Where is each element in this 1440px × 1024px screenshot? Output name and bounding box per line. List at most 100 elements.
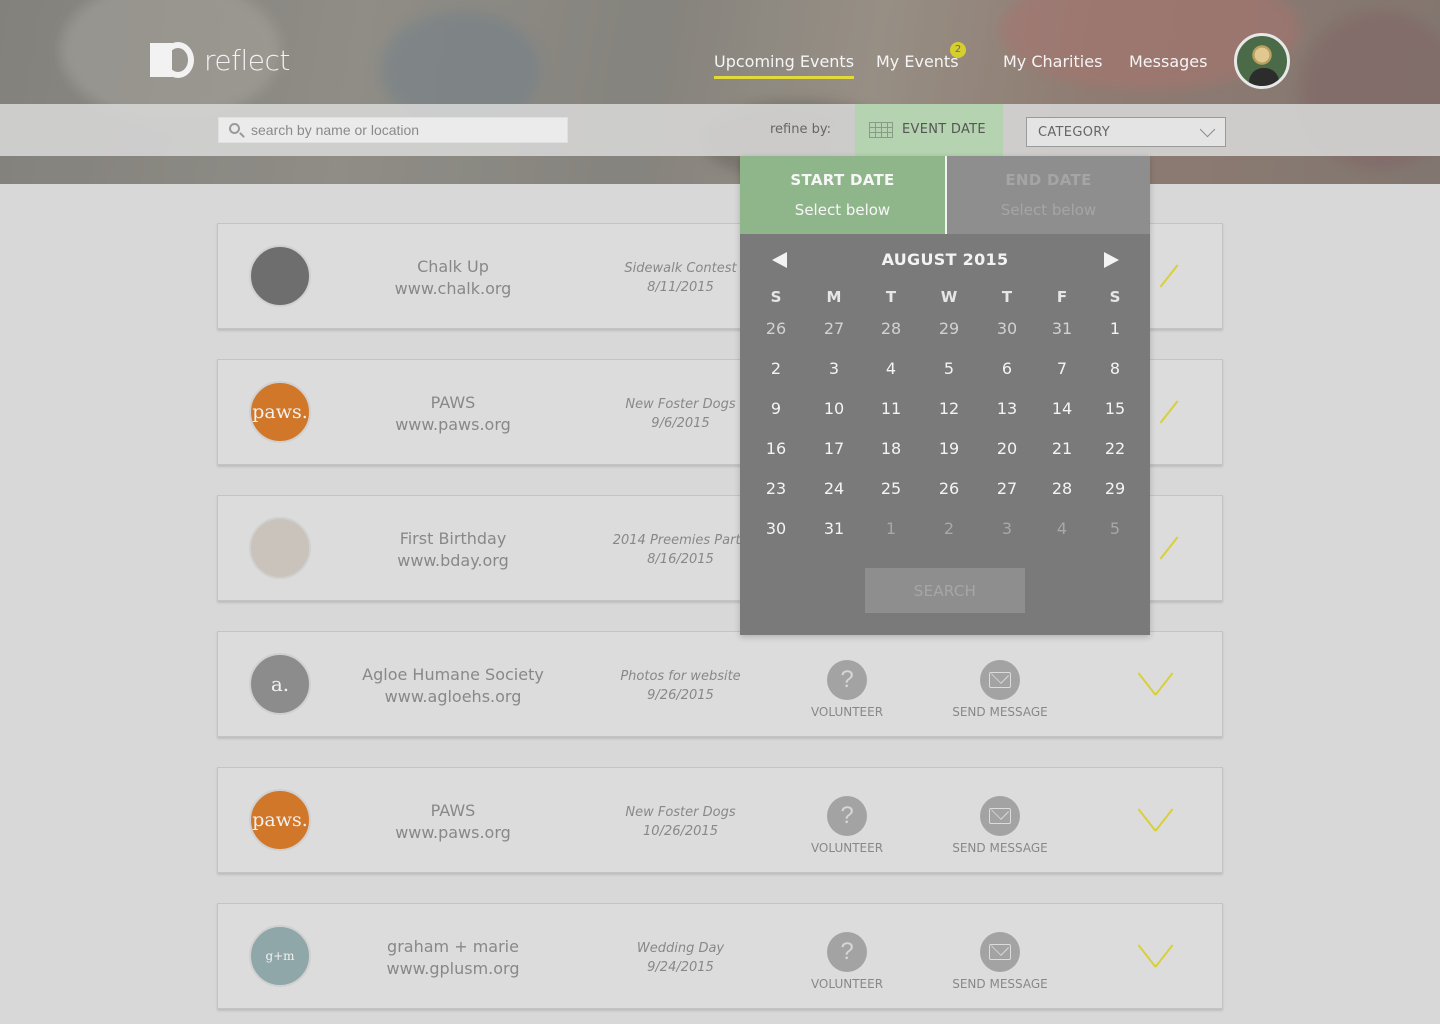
- calendar-day[interactable]: 27: [990, 476, 1024, 502]
- calendar-day[interactable]: 21: [1045, 436, 1079, 462]
- volunteer-link[interactable]: VOLUNTEER: [788, 841, 906, 855]
- calendar-day[interactable]: 1: [1098, 316, 1132, 342]
- org-url[interactable]: www.chalk.org: [358, 279, 548, 298]
- calendar-day[interactable]: 14: [1045, 396, 1079, 422]
- event-date-filter[interactable]: EVENT DATE: [855, 104, 1003, 156]
- calendar-day[interactable]: 5: [1098, 516, 1132, 542]
- my-events-badge: 2: [950, 42, 966, 58]
- org-url[interactable]: www.paws.org: [358, 823, 548, 842]
- volunteer-question-icon[interactable]: ?: [827, 660, 867, 700]
- event-name: New Foster Dogs: [625, 805, 736, 820]
- org-url[interactable]: www.agloehs.org: [358, 687, 548, 706]
- expand-chevron-icon[interactable]: [1138, 806, 1168, 830]
- calendar-day[interactable]: 10: [817, 396, 851, 422]
- calendar-day[interactable]: 28: [874, 316, 908, 342]
- calendar-day[interactable]: 6: [990, 356, 1024, 382]
- calendar-day[interactable]: 15: [1098, 396, 1132, 422]
- calendar-day[interactable]: 3: [817, 356, 851, 382]
- expand-chevron-icon[interactable]: [1138, 942, 1168, 966]
- org-url[interactable]: www.bday.org: [358, 551, 548, 570]
- brand-logo[interactable]: reflect: [150, 40, 290, 80]
- send-message-link[interactable]: SEND MESSAGE: [930, 841, 1070, 855]
- calendar-day[interactable]: 18: [874, 436, 908, 462]
- calendar-day[interactable]: 8: [1098, 356, 1132, 382]
- org-name[interactable]: Chalk Up: [358, 257, 548, 276]
- next-month-arrow-icon[interactable]: [1104, 252, 1119, 268]
- volunteer-question-icon[interactable]: ?: [827, 796, 867, 836]
- nav-my-events[interactable]: My Events: [876, 52, 959, 71]
- volunteer-link[interactable]: VOLUNTEER: [788, 705, 906, 719]
- calendar-day[interactable]: 3: [990, 516, 1024, 542]
- calendar-day[interactable]: 25: [874, 476, 908, 502]
- calendar-day[interactable]: 26: [759, 316, 793, 342]
- calendar-day[interactable]: 28: [1045, 476, 1079, 502]
- calendar-day[interactable]: 30: [759, 516, 793, 542]
- nav-upcoming-events[interactable]: Upcoming Events: [714, 52, 855, 79]
- calendar-day[interactable]: 22: [1098, 436, 1132, 462]
- search-input[interactable]: [251, 118, 561, 142]
- org-logo: g+m: [249, 925, 311, 987]
- calendar-day[interactable]: 30: [990, 316, 1024, 342]
- org-name[interactable]: PAWS: [358, 801, 548, 820]
- envelope-icon[interactable]: [980, 660, 1020, 700]
- calendar-day[interactable]: 19: [932, 436, 966, 462]
- calendar-day[interactable]: 31: [817, 516, 851, 542]
- category-select[interactable]: CATEGORY: [1026, 117, 1226, 147]
- calendar-day[interactable]: 23: [759, 476, 793, 502]
- envelope-icon[interactable]: [980, 932, 1020, 972]
- user-avatar[interactable]: [1234, 33, 1290, 89]
- calendar-day[interactable]: 2: [932, 516, 966, 542]
- send-message-link[interactable]: SEND MESSAGE: [930, 977, 1070, 991]
- calendar-day[interactable]: 4: [1045, 516, 1079, 542]
- weekday-label: T: [885, 288, 897, 306]
- event-card[interactable]: a. Agloe Humane Society www.agloehs.org Pho…: [217, 631, 1223, 737]
- volunteer-link[interactable]: VOLUNTEER: [788, 977, 906, 991]
- envelope-icon[interactable]: [980, 796, 1020, 836]
- calendar-day[interactable]: 20: [990, 436, 1024, 462]
- calendar-day[interactable]: 11: [874, 396, 908, 422]
- org-logo: a.: [249, 653, 311, 715]
- nav-my-charities[interactable]: My Charities: [1003, 52, 1102, 71]
- date-search-button[interactable]: SEARCH: [865, 568, 1025, 613]
- org-name[interactable]: graham + marie: [358, 937, 548, 956]
- calendar-day[interactable]: 29: [932, 316, 966, 342]
- calendar-day[interactable]: 9: [759, 396, 793, 422]
- volunteer-question-icon[interactable]: ?: [827, 932, 867, 972]
- expand-chevron-icon[interactable]: [1138, 670, 1168, 694]
- calendar-day[interactable]: 31: [1045, 316, 1079, 342]
- start-date-tab[interactable]: START DATE Select below: [740, 156, 945, 234]
- org-name[interactable]: Agloe Humane Society: [358, 665, 548, 684]
- calendar-day[interactable]: 2: [759, 356, 793, 382]
- nav-messages[interactable]: Messages: [1129, 52, 1207, 71]
- calendar-day[interactable]: 1: [874, 516, 908, 542]
- calendar-day[interactable]: 13: [990, 396, 1024, 422]
- calendar-day[interactable]: 29: [1098, 476, 1132, 502]
- end-date-tab[interactable]: END DATE Select below: [945, 156, 1150, 234]
- event-name: Wedding Day: [636, 941, 725, 956]
- refine-label: refine by:: [770, 122, 831, 137]
- send-message-link[interactable]: SEND MESSAGE: [930, 705, 1070, 719]
- calendar-day[interactable]: 7: [1045, 356, 1079, 382]
- event-card[interactable]: g+m graham + marie www.gplusm.org Wedding D…: [217, 903, 1223, 1009]
- reflect-logo-icon: [150, 40, 194, 80]
- org-logo-text: paws.: [252, 401, 308, 423]
- org-name[interactable]: First Birthday: [358, 529, 548, 548]
- event-card[interactable]: paws. PAWS www.paws.org New Foster Dogs 10/2…: [217, 767, 1223, 873]
- calendar-day[interactable]: 26: [932, 476, 966, 502]
- org-url[interactable]: www.paws.org: [358, 415, 548, 434]
- calendar-day[interactable]: 5: [932, 356, 966, 382]
- start-date-hint: Select below: [794, 201, 891, 219]
- calendar-day[interactable]: 24: [817, 476, 851, 502]
- org-name[interactable]: PAWS: [358, 393, 548, 412]
- weekday-label: F: [1056, 288, 1068, 306]
- brand-name: reflect: [204, 43, 290, 77]
- event-name: 2014 Preemies Party: [612, 533, 749, 548]
- calendar-day[interactable]: 17: [817, 436, 851, 462]
- calendar-day[interactable]: 27: [817, 316, 851, 342]
- calendar-day[interactable]: 12: [932, 396, 966, 422]
- event-name: Sidewalk Contest: [624, 261, 737, 276]
- calendar-day[interactable]: 4: [874, 356, 908, 382]
- end-date-hint: Select below: [1000, 201, 1097, 219]
- org-url[interactable]: www.gplusm.org: [358, 959, 548, 978]
- calendar-day[interactable]: 16: [759, 436, 793, 462]
